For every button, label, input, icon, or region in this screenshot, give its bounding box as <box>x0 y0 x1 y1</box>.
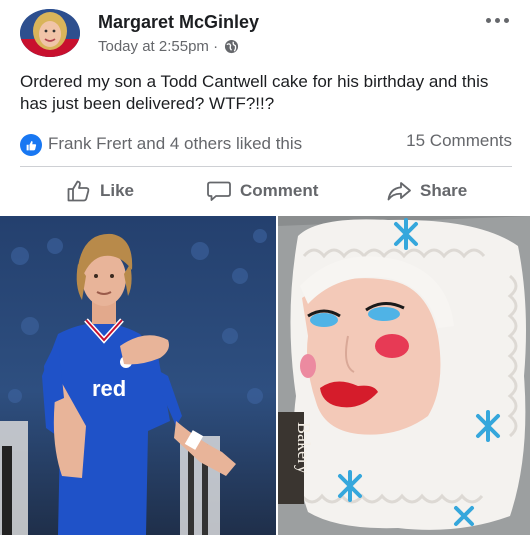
share-button[interactable]: Share <box>386 176 467 206</box>
like-label: Like <box>100 181 135 200</box>
action-bar: Like Comment Share <box>0 172 530 210</box>
reactions-row: Frank Frert and 4 others liked this 15 C… <box>0 130 530 158</box>
more-options-icon[interactable] <box>482 14 512 26</box>
bakery-box-label: Bakery <box>294 422 314 474</box>
likes-summary[interactable]: Frank Frert and 4 others liked this <box>48 134 302 154</box>
globe-icon <box>224 39 239 54</box>
share-label: Share <box>420 181 468 200</box>
comment-label: Comment <box>240 181 319 200</box>
shirt-sponsor: red <box>92 376 126 401</box>
post-text: Ordered my son a Todd Cantwell cake for … <box>20 72 489 113</box>
author-name[interactable]: Margaret McGinley <box>98 12 259 33</box>
comment-button[interactable]: Comment <box>206 176 318 206</box>
timestamp[interactable]: Today at 2:55pm · <box>98 38 218 55</box>
divider <box>20 166 512 167</box>
facebook-post: Margaret McGinley Today at 2:55pm · Orde… <box>0 0 530 535</box>
thumbs-up-icon <box>20 134 42 156</box>
post-meta: Today at 2:55pm · <box>98 38 239 55</box>
comments-count[interactable]: 15 Comments <box>406 131 512 151</box>
photo-footballer[interactable]: red <box>0 216 276 535</box>
post-photos: red Bakery <box>0 216 530 535</box>
thumbs-up-outline-icon <box>67 180 90 202</box>
avatar[interactable] <box>20 9 80 57</box>
share-arrow-icon <box>387 182 411 201</box>
photo-cake[interactable]: Bakery <box>278 216 530 535</box>
like-button[interactable]: Like <box>66 176 134 206</box>
post-header: Margaret McGinley Today at 2:55pm · <box>0 0 530 64</box>
comment-bubble-icon <box>207 181 231 201</box>
